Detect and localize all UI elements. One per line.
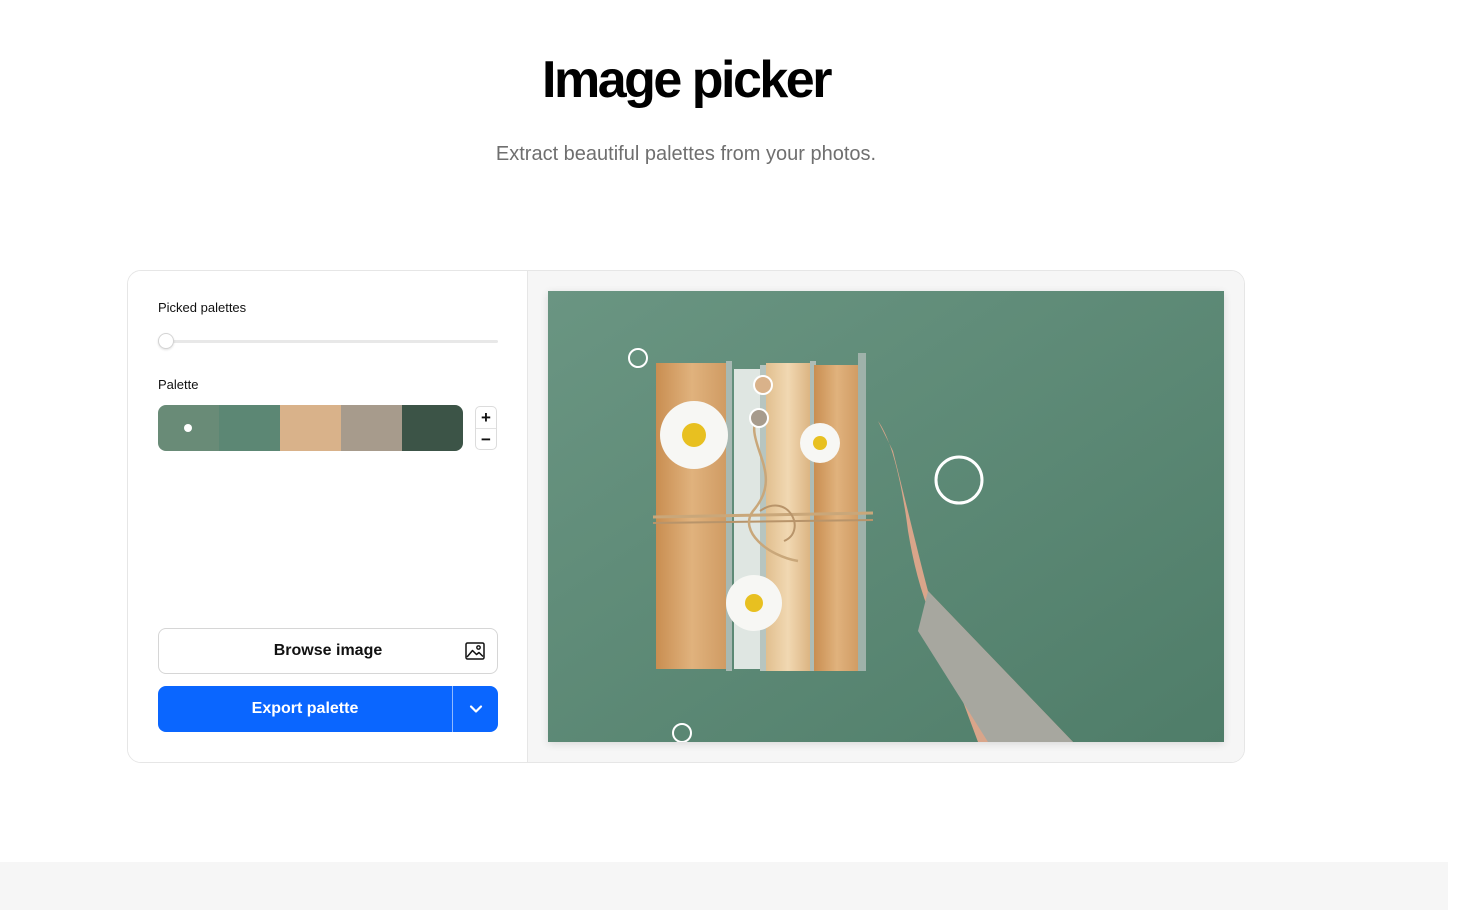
palette-swatch-3[interactable] [280, 405, 341, 451]
chevron-down-icon [469, 705, 482, 713]
browse-image-button[interactable]: Browse image [158, 628, 498, 674]
footer-section [0, 862, 1448, 910]
picked-palettes-label: Picked palettes [158, 300, 247, 315]
image-picker-card: Picked palettes Palette + − Browse image… [127, 270, 1245, 763]
export-options-button[interactable] [453, 686, 498, 732]
palette-swatch-2[interactable] [219, 405, 280, 451]
controls-panel: Picked palettes Palette + − Browse image… [128, 271, 528, 762]
picked-palettes-slider[interactable] [158, 340, 498, 343]
selected-dot-icon [184, 424, 192, 432]
browse-image-label: Browse image [273, 642, 383, 659]
image-preview-panel [528, 271, 1244, 762]
remove-color-button[interactable]: − [476, 429, 496, 450]
color-picker-4[interactable] [749, 408, 769, 428]
add-color-button[interactable]: + [476, 407, 496, 429]
photo-illustration [548, 291, 1224, 742]
page-title: Image picker [542, 51, 832, 109]
palette-swatch-1[interactable] [158, 405, 219, 451]
source-photo[interactable] [548, 291, 1224, 742]
page-subtitle: Extract beautiful palettes from your pho… [495, 143, 877, 165]
palette-swatch-4[interactable] [341, 405, 402, 451]
palette-strip [158, 405, 463, 451]
export-palette-button-group: Export palette [158, 686, 498, 732]
color-picker-3[interactable] [753, 375, 773, 395]
daisy-3 [726, 575, 782, 631]
picked-palettes-slider-thumb[interactable] [158, 333, 174, 349]
daisy-2 [800, 423, 840, 463]
export-palette-button[interactable]: Export palette [158, 686, 452, 732]
image-icon [465, 642, 485, 660]
color-count-stepper: + − [475, 406, 497, 450]
palette-swatch-5[interactable] [402, 405, 463, 451]
palette-label: Palette [158, 377, 199, 392]
daisy-1 [660, 401, 728, 469]
